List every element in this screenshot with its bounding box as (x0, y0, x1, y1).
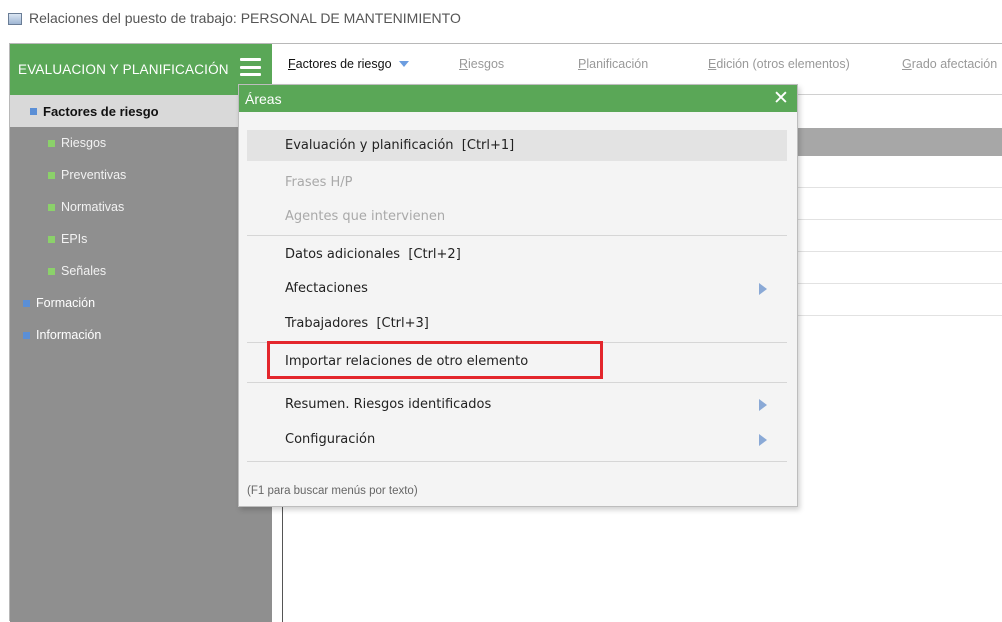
tab-edicion-otros-elementos[interactable]: Edición (otros elementos) (708, 57, 850, 71)
sidebar-item-label: EPIs (61, 232, 88, 246)
sidebar-header-label: EVALUACION Y PLANIFICACIÓN (18, 62, 229, 77)
submenu-arrow-icon (759, 283, 767, 295)
sidebar: EVALUACION Y PLANIFICACIÓN Factores de r… (10, 44, 272, 622)
sidebar-item-factores-de-riesgo[interactable]: Factores de riesgo (10, 95, 272, 127)
sidebar-item-normativas[interactable]: Normativas (10, 191, 272, 223)
sidebar-item-label: Información (36, 328, 102, 342)
menu-item-afectaciones[interactable]: Afectaciones (247, 273, 787, 304)
menu-item-label: Resumen. Riesgos identificados (285, 397, 492, 412)
sidebar-item-label: Formación (36, 296, 96, 310)
submenu-arrow-icon (759, 434, 767, 446)
sidebar-header[interactable]: EVALUACION Y PLANIFICACIÓN (10, 44, 272, 95)
window-title: Relaciones del puesto de trabajo: PERSON… (29, 10, 461, 26)
tab-label: lanificación (586, 57, 649, 71)
menu-item-label: Frases H/P (285, 175, 353, 190)
window-icon (8, 13, 22, 25)
menu-item-label: Afectaciones (285, 281, 368, 296)
close-icon[interactable]: ✕ (772, 88, 790, 108)
menu-item-frases-hp: Frases H/P (247, 167, 787, 198)
menu-title: Áreas (245, 90, 282, 107)
menu-separator (247, 461, 787, 462)
menu-separator (247, 235, 787, 236)
sidebar-item-senales[interactable]: Señales (10, 255, 272, 287)
sidebar-item-label: Señales (61, 264, 107, 278)
square-bullet-icon (30, 107, 37, 115)
areas-popup-menu: Áreas ✕ Evaluación y planificación [Ctrl… (238, 84, 798, 507)
tab-accesskey: G (902, 57, 912, 71)
menu-item-evaluacion-y-planificacion[interactable]: Evaluación y planificación [Ctrl+1] (247, 130, 787, 161)
red-highlight-box (267, 341, 603, 379)
menu-separator (247, 382, 787, 383)
sidebar-item-informacion[interactable]: Información (10, 319, 272, 351)
window-title-bar: Relaciones del puesto de trabajo: PERSON… (0, 0, 1002, 36)
menu-item-datos-adicionales[interactable]: Datos adicionales [Ctrl+2] (247, 239, 787, 270)
menu-item-label: Agentes que intervienen (285, 209, 446, 224)
sidebar-item-label: Riesgos (61, 136, 107, 150)
square-bullet-icon (23, 331, 30, 339)
square-bullet-icon (48, 171, 55, 179)
square-bullet-icon (48, 203, 55, 211)
menu-item-label: Datos adicionales [Ctrl+2] (285, 247, 461, 262)
tab-planificacion[interactable]: Planificación (578, 57, 648, 71)
sidebar-item-label: Preventivas (61, 168, 127, 182)
submenu-arrow-icon (759, 399, 767, 411)
menu-item-resumen-riesgos[interactable]: Resumen. Riesgos identificados (247, 389, 787, 420)
tab-factores-de-riesgo[interactable]: Factores de riesgo (288, 57, 409, 71)
menu-item-label: Configuración (285, 432, 376, 447)
sidebar-item-preventivas[interactable]: Preventivas (10, 159, 272, 191)
square-bullet-icon (48, 267, 55, 275)
square-bullet-icon (23, 299, 30, 307)
sidebar-item-formacion[interactable]: Formación (10, 287, 272, 319)
menu-item-agentes-que-intervienen: Agentes que intervienen (247, 201, 787, 232)
tab-riesgos[interactable]: Riesgos (459, 57, 504, 71)
tab-label: rado afectación (911, 57, 998, 71)
menu-footer-hint: (F1 para buscar menús por texto) (247, 485, 418, 497)
tab-label: iesgos (468, 57, 505, 71)
tab-label: dición (otros elementos) (716, 57, 850, 71)
sidebar-item-riesgos[interactable]: Riesgos (10, 127, 272, 159)
menu-item-label: Evaluación y planificación [Ctrl+1] (285, 138, 515, 153)
tab-grado-afectacion[interactable]: Grado afectación (902, 57, 997, 71)
square-bullet-icon (48, 235, 55, 243)
sidebar-item-epis[interactable]: EPIs (10, 223, 272, 255)
menu-header: Áreas ✕ (239, 85, 797, 112)
tab-accesskey: R (459, 57, 469, 71)
dropdown-triangle-icon (398, 61, 409, 67)
tab-accesskey: F (288, 57, 296, 71)
tab-label: actores de riesgo (295, 57, 392, 71)
menu-item-trabajadores[interactable]: Trabajadores [Ctrl+3] (247, 308, 787, 339)
sidebar-item-label: Factores de riesgo (43, 103, 159, 119)
menu-item-configuracion[interactable]: Configuración (247, 424, 787, 455)
hamburger-menu-icon[interactable] (240, 58, 261, 76)
square-bullet-icon (48, 139, 55, 147)
sidebar-item-label: Normativas (61, 200, 125, 214)
menu-item-label: Trabajadores [Ctrl+3] (285, 316, 429, 331)
